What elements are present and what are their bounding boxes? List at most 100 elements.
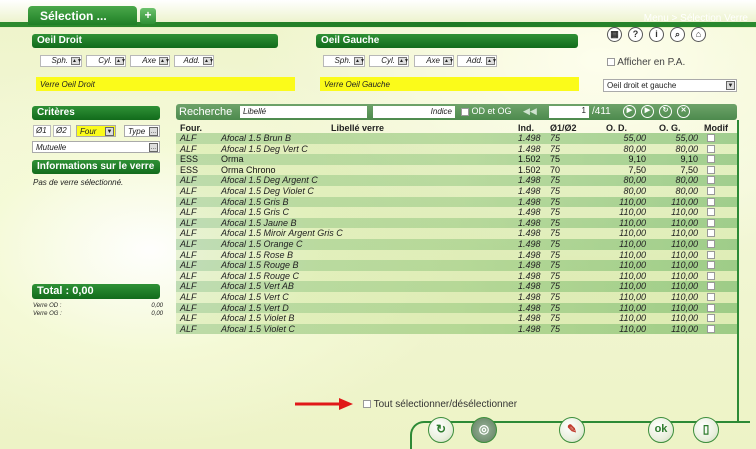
table-row[interactable]: ALF Afocal 1.5 Violet C 1.498 75 110,00 110,0… (176, 323, 737, 335)
modif-checkbox[interactable] (707, 324, 715, 333)
more-icon[interactable]: … (149, 127, 158, 136)
spin-arrows-icon[interactable]: ▲▼ (398, 57, 409, 65)
help-icon[interactable]: ? (628, 27, 643, 42)
modif-checkbox[interactable] (707, 250, 715, 259)
verre-oeil-gauche-field[interactable]: Verre Oeil Gauche (320, 77, 579, 91)
prev-page-icon[interactable]: ◀◀ (523, 106, 537, 117)
ok-button[interactable]: ok (648, 417, 674, 443)
od-axe-field[interactable]: Axe ▲▼ (130, 55, 170, 67)
table-row[interactable]: ALF Afocal 1.5 Deg Vert C 1.498 75 80,00 80,0… (176, 143, 737, 155)
last-page-icon[interactable]: ▶ (641, 105, 654, 118)
col-modif[interactable]: Modif (704, 123, 728, 133)
oeil-select[interactable]: Oeil droit et gauche ▼ (603, 79, 737, 92)
calendar-icon[interactable]: ▦ (607, 27, 622, 42)
select-all-checkbox[interactable] (363, 400, 371, 409)
verre-oeil-droit-field[interactable]: Verre Oeil Droit (36, 77, 295, 91)
afficher-pa-checkbox[interactable] (607, 58, 615, 67)
table-row[interactable]: ALF Afocal 1.5 Rose B 1.498 75 110,00 110,00 (176, 249, 737, 261)
modif-checkbox[interactable] (707, 282, 715, 291)
clear-icon[interactable]: ✕ (677, 105, 690, 118)
spin-arrows-icon[interactable]: ▲▼ (71, 57, 82, 65)
modif-checkbox[interactable] (707, 303, 715, 312)
col-four[interactable]: Four. (180, 123, 202, 133)
modif-checkbox[interactable] (707, 271, 715, 280)
table-row[interactable]: ALF Afocal 1.5 Gris B 1.498 75 110,00 110,00 (176, 196, 737, 208)
table-row[interactable]: ALF Afocal 1.5 Deg Violet C 1.498 75 80,00 80… (176, 185, 737, 197)
od-sph-field[interactable]: Sph. ▲▼ (40, 55, 82, 67)
table-row[interactable]: ALF Afocal 1.5 Violet B 1.498 75 110,00 110,0… (176, 313, 737, 324)
table-row[interactable]: ALF Afocal 1.5 Jaune B 1.498 75 110,00 110,00 (176, 217, 737, 229)
modif-checkbox[interactable] (707, 165, 715, 174)
type-select[interactable]: Type… (124, 125, 160, 137)
table-row[interactable]: ALF Afocal 1.5 Gris C 1.498 75 110,00 110,00 (176, 207, 737, 218)
col-og[interactable]: O. G. (659, 123, 681, 133)
mutuelle-select[interactable]: Mutuelle… (32, 141, 160, 153)
add-tab-button[interactable]: + (140, 8, 156, 24)
modif-checkbox[interactable] (707, 239, 715, 248)
modif-checkbox[interactable] (707, 144, 715, 153)
col-libelle[interactable]: Libellé verre (331, 123, 384, 133)
table-row[interactable]: ALF Afocal 1.5 Rouge C 1.498 75 110,00 110,00 (176, 270, 737, 282)
glasses-button[interactable]: ◎ (471, 417, 497, 443)
home-icon[interactable]: ⌂ (691, 27, 706, 42)
edit-button[interactable]: ✎ (559, 417, 585, 443)
next-page-icon[interactable]: ▶ (623, 105, 636, 118)
modif-checkbox[interactable] (707, 218, 715, 227)
modif-checkbox[interactable] (707, 261, 715, 270)
page-input[interactable]: 1 (549, 106, 589, 118)
spin-arrows-icon[interactable]: ▲▼ (443, 57, 454, 65)
od-cyl-field[interactable]: Cyl. ▲▼ (86, 55, 126, 67)
spin-arrows-icon[interactable]: ▲▼ (354, 57, 365, 65)
table-row[interactable]: ALF Afocal 1.5 Miroir Argent Gris C 1.498 7… (176, 228, 737, 239)
col-o12[interactable]: Ø1/Ø2 (550, 123, 577, 133)
modif-checkbox[interactable] (707, 155, 715, 164)
col-od[interactable]: O. D. (606, 123, 627, 133)
og-add-field[interactable]: Add. ▲▼ (457, 55, 497, 67)
cell-four: ALF (180, 175, 197, 186)
exit-door-icon[interactable]: ▯ (693, 417, 719, 443)
modif-checkbox[interactable] (707, 229, 715, 238)
modif-checkbox[interactable] (707, 208, 715, 217)
modif-checkbox[interactable] (707, 197, 715, 206)
col-ind[interactable]: Ind. (518, 123, 534, 133)
more-icon[interactable]: … (149, 143, 158, 152)
four-select[interactable]: Four ▼ (76, 125, 116, 137)
spin-arrows-icon[interactable]: ▲▼ (159, 57, 170, 65)
indice-search-input[interactable]: Indice (373, 106, 455, 118)
o2-field[interactable]: Ø2 (53, 125, 71, 137)
refresh-button[interactable]: ↻ (428, 417, 454, 443)
modif-checkbox[interactable] (707, 314, 715, 323)
libelle-search-input[interactable]: Libellé (240, 106, 367, 118)
o1-field[interactable]: Ø1 (33, 125, 51, 137)
table-row[interactable]: ALF Afocal 1.5 Rouge B 1.498 75 110,00 110,00 (176, 260, 737, 271)
table-row[interactable]: ALF Afocal 1.5 Vert AB 1.498 75 110,00 110,00 (176, 281, 737, 292)
od-add-field[interactable]: Add. ▲▼ (174, 55, 214, 67)
zoom-icon[interactable]: ⌕ (670, 27, 685, 42)
info-icon[interactable]: i (649, 27, 664, 42)
modif-checkbox[interactable] (707, 134, 715, 142)
chevron-down-icon[interactable]: ▼ (105, 127, 114, 136)
spin-arrows-icon[interactable]: ▲▼ (486, 57, 497, 65)
chevron-down-icon[interactable]: ▼ (726, 81, 735, 90)
table-row[interactable]: ESS Orma 1.502 75 9,10 9,10 (176, 154, 737, 165)
og-axe-field[interactable]: Axe ▲▼ (414, 55, 454, 67)
table-row[interactable]: ESS Orma Chrono 1.502 70 7,50 7,50 (176, 164, 737, 176)
table-row[interactable]: ALF Afocal 1.5 Vert C 1.498 75 110,00 110,00 (176, 291, 737, 303)
table-row[interactable]: ALF Afocal 1.5 Deg Argent C 1.498 75 80,00 80… (176, 175, 737, 186)
modif-checkbox[interactable] (707, 186, 715, 195)
refresh-icon[interactable]: ↻ (659, 105, 672, 118)
table-row[interactable]: ALF Afocal 1.5 Brun B 1.498 75 55,00 55,00 (176, 133, 737, 144)
tab-selection[interactable]: Sélection ... (28, 6, 137, 25)
afficher-pa-option[interactable]: Afficher en P.A. (607, 57, 685, 68)
modif-checkbox[interactable] (707, 176, 715, 185)
table-row[interactable]: ALF Afocal 1.5 Orange C 1.498 75 110,00 110,0… (176, 238, 737, 250)
od-og-option[interactable]: OD et OG (461, 106, 512, 116)
spin-arrows-icon[interactable]: ▲▼ (203, 57, 214, 65)
og-cyl-field[interactable]: Cyl. ▲▼ (369, 55, 409, 67)
od-og-checkbox[interactable] (461, 107, 469, 116)
modif-checkbox[interactable] (707, 292, 715, 301)
select-all-option[interactable]: Tout sélectionner/désélectionner (363, 399, 517, 410)
spin-arrows-icon[interactable]: ▲▼ (115, 57, 126, 65)
table-row[interactable]: ALF Afocal 1.5 Vert D 1.498 75 110,00 110,00 (176, 302, 737, 314)
og-sph-field[interactable]: Sph. ▲▼ (323, 55, 365, 67)
